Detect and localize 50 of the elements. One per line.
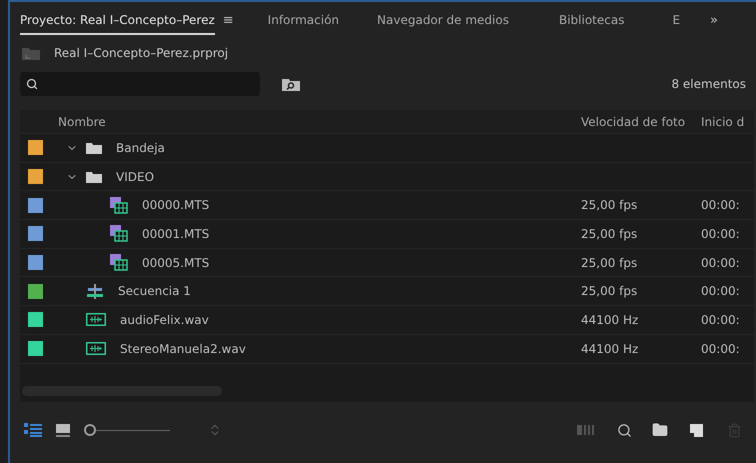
- search-icon: [26, 78, 38, 90]
- sequence-icon: [86, 284, 104, 299]
- start-time: 00:00:: [701, 256, 741, 270]
- item-count: 8 elementos: [671, 77, 746, 91]
- search-bin-icon[interactable]: [282, 78, 300, 90]
- frame-rate: 44100 Hz: [581, 342, 640, 356]
- item-name: StereoManuela2.wav: [120, 342, 246, 356]
- folder-icon: [86, 170, 102, 183]
- frame-rate: 25,00 fps: [581, 226, 638, 241]
- project-folder-icon: [22, 46, 40, 60]
- item-name: Bandeja: [116, 140, 165, 155]
- item-name: 00000.MTS: [142, 198, 210, 212]
- new-item-icon[interactable]: [690, 424, 703, 436]
- item-name: 00001.MTS: [142, 226, 210, 241]
- search-field[interactable]: [20, 72, 260, 96]
- start-time: 00:00:: [701, 226, 741, 241]
- clip-icon: [110, 196, 128, 214]
- tab[interactable]: E: [648, 13, 704, 27]
- start-time: 00:00:: [701, 312, 741, 327]
- item-name: VIDEO: [116, 170, 154, 184]
- frame-rate: 25,00 fps: [581, 284, 638, 298]
- frame-rate: 25,00 fps: [581, 256, 638, 270]
- frame-rate: 44100 Hz: [581, 312, 640, 327]
- item-name: 00005.MTS: [142, 256, 210, 270]
- clip-icon: [110, 254, 128, 272]
- tab[interactable]: Bibliotecas: [534, 13, 648, 27]
- item-name: audioFelix.wav: [120, 312, 209, 327]
- item-name: Secuencia 1: [118, 284, 191, 298]
- tab[interactable]: Navegador de medios: [351, 13, 535, 27]
- clip-icon: [110, 225, 128, 242]
- tab[interactable]: Proyecto: Real I–Concepto–Perez: [20, 5, 215, 35]
- slider-thumb[interactable]: [84, 424, 96, 436]
- column-header[interactable]: Inicio d: [701, 114, 745, 128]
- new-bin-icon[interactable]: [652, 422, 668, 438]
- column-header[interactable]: Nombre: [56, 114, 581, 128]
- start-time: 00:00:: [701, 198, 741, 212]
- audio-icon: [86, 313, 106, 326]
- project-filename: Real I–Concepto–Perez.prproj: [54, 46, 228, 60]
- audio-icon: [86, 342, 106, 356]
- tab[interactable]: Información: [256, 13, 352, 27]
- start-time: 00:00:: [701, 284, 741, 298]
- list-view-icon[interactable]: [24, 423, 42, 437]
- panel-menu-icon[interactable]: ≡: [222, 12, 234, 28]
- icon-view-icon[interactable]: [56, 424, 70, 436]
- start-time: 00:00:: [701, 342, 741, 356]
- folder-icon: [86, 142, 102, 154]
- search-icon[interactable]: [617, 422, 632, 438]
- frame-rate: 25,00 fps: [581, 198, 638, 212]
- column-header[interactable]: Velocidad de foto: [581, 114, 701, 128]
- overflow-icon[interactable]: »: [710, 12, 718, 28]
